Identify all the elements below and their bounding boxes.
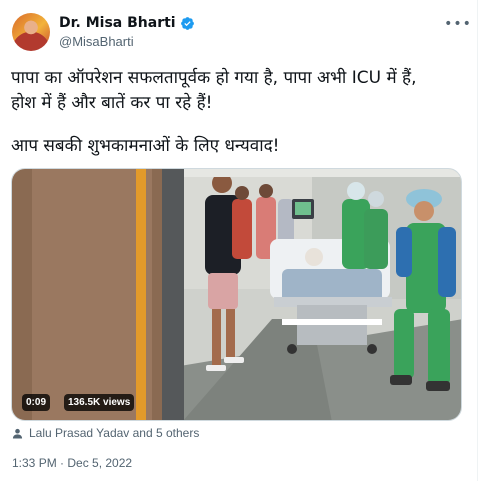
author-name[interactable]: Dr. Misa Bharti — [59, 15, 176, 31]
video-thumbnail — [12, 169, 461, 420]
author-row: Dr. Misa Bharti — [59, 15, 195, 31]
tweet: Dr. Misa Bharti @MisaBharti ••• पापा का … — [0, 0, 478, 481]
tagged-users-label: Lalu Prasad Yadav and 5 others — [29, 426, 200, 440]
tagged-users[interactable]: Lalu Prasad Yadav and 5 others — [12, 426, 199, 440]
video-views-badge: 136.5K views — [64, 394, 135, 411]
verified-badge-icon — [180, 16, 194, 30]
tweet-text-line-3: आप सबकी शुभकामनाओं के लिए धन्यवाद! — [11, 136, 280, 156]
person-icon — [12, 428, 23, 439]
tweet-text-line-1: पापा का ऑपरेशन सफलतापूर्वक हो गया है, पा… — [11, 68, 417, 88]
more-horizontal-icon: ••• — [444, 16, 472, 32]
video-duration-badge: 0:09 — [22, 394, 51, 411]
tweet-timestamp[interactable]: 1:33 PM · Dec 5, 2022 — [12, 456, 132, 470]
author-handle[interactable]: @MisaBharti — [59, 34, 134, 49]
video-player[interactable]: 0:09 136.5K views — [11, 168, 462, 421]
more-options-button[interactable]: ••• — [444, 14, 471, 34]
avatar[interactable] — [12, 13, 50, 51]
tweet-text-line-2: होश में हैं और बातें कर पा रहे हैं! — [11, 93, 213, 113]
